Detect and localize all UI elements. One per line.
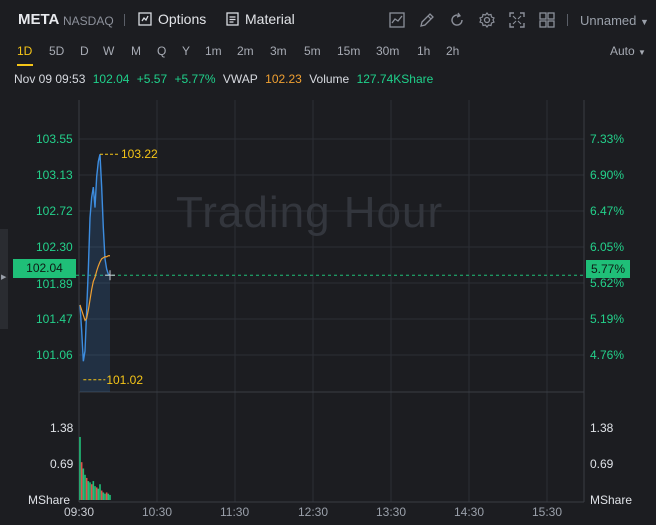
volume-bar — [97, 488, 100, 500]
current-pct-tag: 5.77% — [586, 260, 630, 278]
chevron-right-icon: ▶ — [1, 274, 7, 281]
price-axis-tick: 101.47 — [36, 312, 73, 326]
time-axis-tick: 12:30 — [298, 505, 329, 519]
time-axis-tick: 13:30 — [376, 505, 407, 519]
volume-bar — [107, 493, 110, 500]
price-chart[interactable] — [0, 0, 656, 525]
volume-bar — [84, 474, 86, 500]
volume-bar — [90, 484, 93, 500]
volume-bar — [89, 482, 91, 500]
volume-axis-right-mid: 0.69 — [590, 457, 614, 471]
volume-bar — [85, 477, 88, 500]
time-axis-tick: 14:30 — [454, 505, 485, 519]
percent-axis-tick: 6.47% — [590, 204, 625, 218]
percent-axis-tick: 6.05% — [590, 240, 625, 254]
volume-bar — [95, 487, 98, 500]
volume-bar — [94, 486, 96, 500]
volume-bar — [100, 490, 103, 500]
price-axis-tick: 102.72 — [36, 204, 73, 218]
price-axis-tick: 103.13 — [36, 168, 73, 182]
percent-axis-tick: 6.90% — [590, 168, 625, 182]
volume-bar — [82, 468, 85, 500]
session-high-label: 103.22 — [121, 147, 158, 162]
volume-axis-left-high: 1.38 — [50, 421, 74, 435]
percent-axis-tick: 5.19% — [590, 312, 625, 326]
price-axis-tick: 103.55 — [36, 132, 73, 146]
session-low-label: 101.02 — [106, 372, 144, 387]
volume-bar — [99, 484, 101, 500]
volume-axis-right-high: 1.38 — [590, 421, 614, 435]
price-axis-tick: 102.30 — [36, 240, 73, 254]
price-axis-tick: 101.06 — [36, 348, 73, 362]
volume-bar — [92, 481, 95, 500]
side-panel-toggle[interactable]: ▶ — [0, 229, 8, 329]
volume-axis-right-unit: MShare — [590, 493, 633, 507]
percent-axis-tick: 5.62% — [590, 276, 625, 290]
percent-axis-tick: 7.33% — [590, 132, 625, 146]
volume-bar — [87, 481, 90, 500]
time-axis-tick: 10:30 — [142, 505, 173, 519]
time-axis-tick: 15:30 — [532, 505, 563, 519]
volume-bar — [109, 494, 111, 500]
volume-bar — [80, 462, 83, 500]
volume-bar — [102, 492, 105, 500]
price-axis-tick: 101.89 — [36, 277, 73, 291]
time-axis-tick: 09:30 — [64, 505, 95, 519]
time-axis-tick: 11:30 — [220, 505, 250, 519]
volume-bar — [104, 493, 106, 500]
volume-bar — [79, 436, 81, 500]
session-watermark: Trading Hour — [176, 188, 444, 237]
percent-axis-tick: 4.76% — [590, 348, 625, 362]
current-price-tag: 102.04 — [13, 259, 76, 278]
volume-bar — [105, 492, 108, 500]
volume-axis-left-mid: 0.69 — [50, 457, 74, 471]
